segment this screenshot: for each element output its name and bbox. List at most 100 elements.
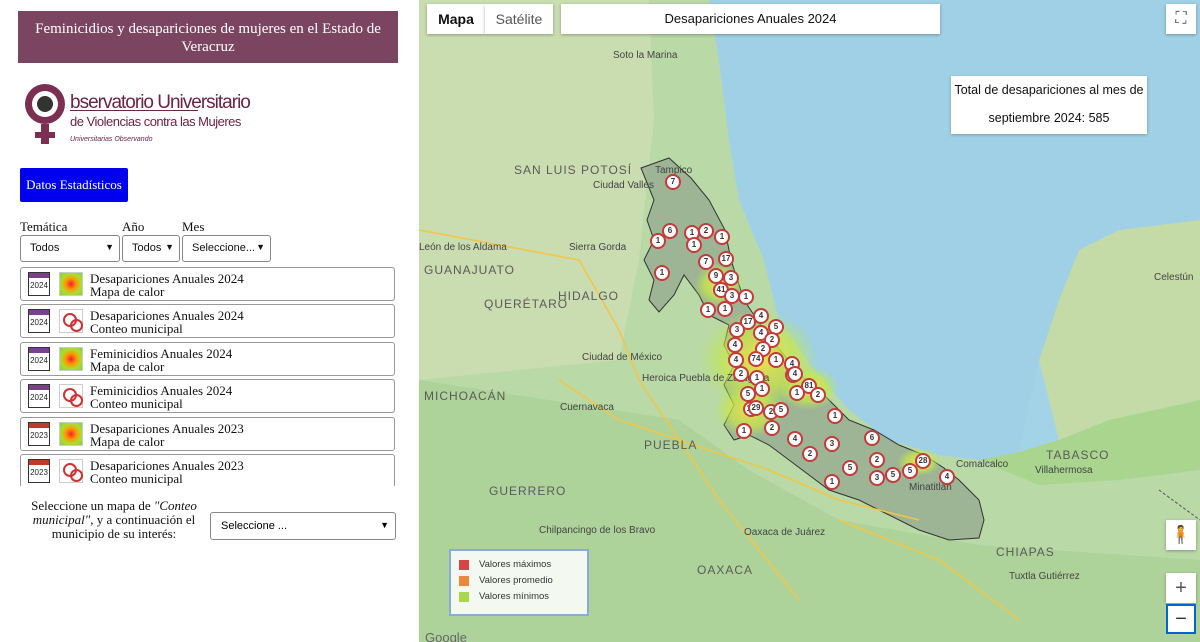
- map-layer-title: Desapariciones Anuales 2024: [561, 4, 940, 34]
- calendar-icon: 2024: [28, 309, 50, 333]
- calendar-icon: 2024: [28, 347, 50, 371]
- sidebar-panel: Feminicidios y desapariciones de mujeres…: [0, 0, 419, 642]
- count-marker[interactable]: 1: [714, 229, 730, 245]
- count-marker[interactable]: 7: [698, 254, 714, 270]
- count-marker[interactable]: 4: [787, 366, 803, 382]
- count-marker[interactable]: 1: [717, 301, 733, 317]
- map-label: TABASCO: [1046, 448, 1110, 462]
- map-label: Ciudad de México: [582, 352, 663, 363]
- count-marker[interactable]: 4: [787, 431, 803, 447]
- map-label: Cuernavaca: [560, 402, 614, 413]
- logo-icon: [25, 84, 65, 144]
- layer-item[interactable]: 2023 Desapariciones Anuales 2023 Mapa de …: [20, 417, 395, 451]
- count-marker[interactable]: 2: [733, 366, 749, 382]
- datos-estadisticos-button[interactable]: Datos Estadísticos: [20, 168, 128, 202]
- count-marker[interactable]: 4: [939, 469, 955, 485]
- tematica-select[interactable]: Todos ▼: [20, 235, 120, 262]
- layer-list[interactable]: 2024 Desapariciones Anuales 2024 Mapa de …: [20, 265, 398, 486]
- calendar-icon: 2024: [28, 272, 50, 296]
- count-marker[interactable]: 5: [885, 467, 901, 483]
- count-marker[interactable]: 5: [842, 460, 858, 476]
- map-label: GUERRERO: [489, 484, 567, 498]
- count-marker[interactable]: 4: [727, 337, 743, 353]
- zoom-out-button[interactable]: −: [1166, 604, 1196, 634]
- count-marker[interactable]: 4: [753, 308, 769, 324]
- layer-item[interactable]: 2024 Desapariciones Anuales 2024 Mapa de …: [20, 267, 395, 301]
- count-markers-icon: [59, 384, 83, 408]
- count-marker[interactable]: 74: [748, 351, 764, 367]
- mes-select[interactable]: Seleccione... ▼: [182, 235, 271, 262]
- count-marker[interactable]: 3: [824, 436, 840, 452]
- map-label: OAXACA: [697, 563, 754, 577]
- map-label: QUERÉTARO: [484, 297, 569, 311]
- count-marker[interactable]: 2: [698, 223, 714, 239]
- calendar-icon: 2023: [28, 422, 50, 446]
- count-markers-icon: [59, 459, 83, 483]
- logo-subtitle: de Violencias contra las Mujeres: [70, 114, 241, 129]
- google-attribution: Google: [425, 630, 467, 642]
- count-marker[interactable]: 2: [764, 420, 780, 436]
- count-marker[interactable]: 1: [824, 474, 840, 490]
- layer-item[interactable]: 2024 Feminicidios Anuales 2024 Mapa de ca…: [20, 342, 395, 376]
- map-label: Villahermosa: [1035, 465, 1093, 476]
- zoom-in-button[interactable]: +: [1166, 573, 1196, 603]
- count-marker[interactable]: 1: [700, 302, 716, 318]
- layer-label: Feminicidios Anuales 2024 Conteo municipa…: [90, 383, 233, 411]
- municipio-instructions: Seleccione un mapa de "Conteo municipal"…: [31, 498, 197, 541]
- mes-label: Mes: [182, 219, 205, 234]
- legend-swatch: [459, 560, 469, 570]
- map-legend: Valores máximos Valores promedio Valores…: [449, 549, 589, 616]
- chevron-down-icon: ▼: [165, 242, 174, 252]
- layer-item[interactable]: 2023 Desapariciones Anuales 2023 Conteo m…: [20, 454, 395, 486]
- count-marker[interactable]: 1: [686, 237, 702, 253]
- count-marker[interactable]: 17: [718, 251, 734, 267]
- count-marker[interactable]: 28: [915, 453, 931, 469]
- anio-select[interactable]: Todos ▼: [122, 235, 180, 262]
- chevron-down-icon: ▼: [256, 242, 265, 252]
- map-label: MICHOACÁN: [424, 389, 507, 403]
- heatmap-icon: [59, 422, 83, 446]
- municipio-select[interactable]: Seleccione ... ▼: [210, 512, 396, 540]
- count-marker[interactable]: 3: [869, 470, 885, 486]
- count-marker[interactable]: 1: [738, 289, 754, 305]
- layer-item[interactable]: 2024 Feminicidios Anuales 2024 Conteo mun…: [20, 379, 395, 413]
- legend-swatch: [459, 576, 469, 586]
- count-marker[interactable]: 6: [864, 430, 880, 446]
- tematica-label: Temática: [20, 219, 68, 234]
- count-marker[interactable]: 1: [827, 408, 843, 424]
- count-marker[interactable]: 3: [729, 322, 745, 338]
- count-marker[interactable]: 1: [736, 423, 752, 439]
- total-line-1: Total de desapariciones al mes de: [954, 83, 1144, 97]
- tab-map[interactable]: Mapa: [427, 4, 485, 34]
- anio-label: Año: [122, 219, 145, 234]
- layer-item[interactable]: 2024 Desapariciones Anuales 2024 Conteo m…: [20, 304, 395, 338]
- count-marker[interactable]: 1: [654, 265, 670, 281]
- map-label: Chilpancingo de los Bravo: [539, 525, 656, 536]
- count-marker[interactable]: 7: [665, 174, 681, 190]
- street-view-pegman-icon[interactable]: 🧍: [1166, 520, 1196, 550]
- map-label: Oaxaca de Juárez: [744, 527, 826, 538]
- layer-label: Desapariciones Anuales 2024 Conteo munici…: [90, 308, 244, 336]
- mes-select-value: Seleccione...: [192, 242, 255, 254]
- tab-satellite[interactable]: Satélite: [485, 4, 553, 34]
- map-label: Comalcalco: [956, 459, 1009, 470]
- layer-label: Desapariciones Anuales 2023 Conteo munici…: [90, 458, 244, 486]
- count-marker[interactable]: 1: [768, 352, 784, 368]
- map-canvas[interactable]: SAN LUIS POTOSÍ GUANAJUATO HIDALGO QUERÉ…: [419, 0, 1200, 642]
- map-label: SAN LUIS POTOSÍ: [514, 163, 633, 177]
- count-marker[interactable]: 1: [650, 233, 666, 249]
- map-label: Celestún: [1154, 272, 1194, 283]
- logo-tagline: Universitarias Observando: [70, 136, 153, 143]
- count-marker[interactable]: 2: [810, 387, 826, 403]
- count-marker[interactable]: 1: [754, 381, 770, 397]
- count-marker[interactable]: 1: [789, 385, 805, 401]
- fullscreen-icon[interactable]: ⛶: [1166, 4, 1196, 34]
- map-label: Soto la Marina: [613, 50, 678, 61]
- count-marker[interactable]: 29: [748, 400, 764, 416]
- anio-select-value: Todos: [132, 242, 162, 254]
- count-marker[interactable]: 5: [773, 402, 789, 418]
- map-label: PUEBLA: [644, 438, 698, 452]
- map-label: GUANAJUATO: [424, 263, 515, 277]
- count-marker[interactable]: 2: [869, 452, 885, 468]
- count-marker[interactable]: 2: [802, 446, 818, 462]
